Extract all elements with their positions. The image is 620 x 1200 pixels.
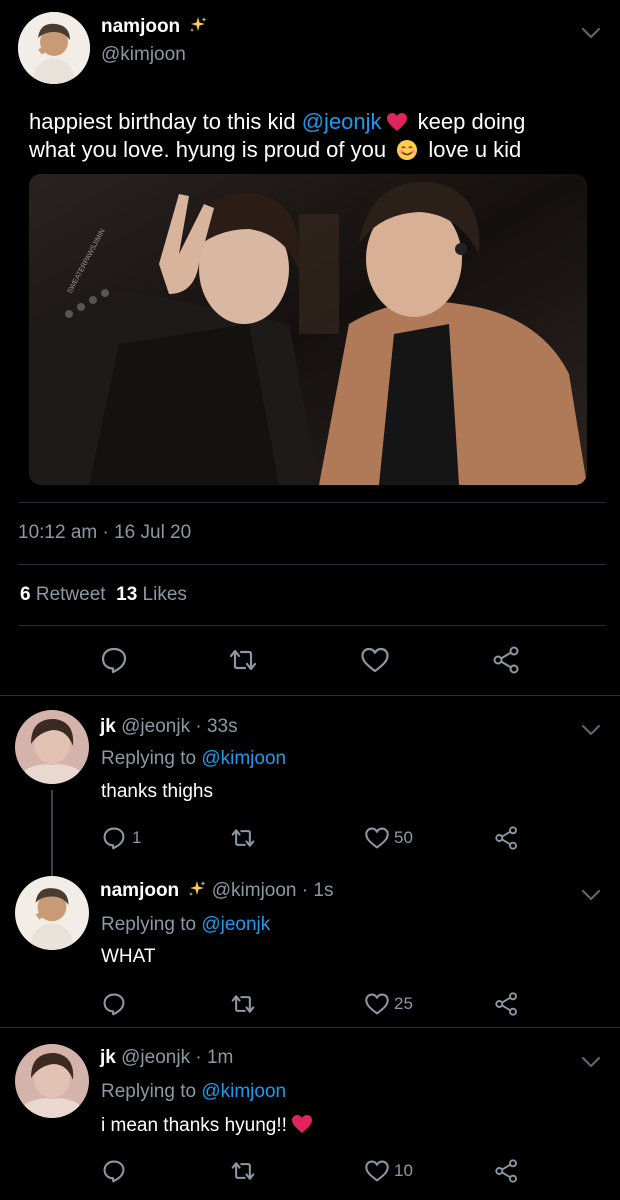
like-count: 50 — [394, 828, 413, 847]
display-name[interactable]: namjoon — [101, 16, 180, 37]
retweet-icon — [231, 1162, 255, 1180]
like-count: 10 — [394, 1161, 413, 1180]
tweet-timestamp[interactable]: 10:12 am · 16 Jul 20 — [18, 522, 191, 544]
likes-count[interactable]: 13 — [116, 584, 137, 605]
like-count: 25 — [394, 994, 413, 1013]
sparkles-icon — [189, 881, 206, 896]
replying-to: Replying to @kimjoon — [101, 748, 286, 770]
tweet-stats: 6 Retweet 13 Likes — [20, 584, 187, 606]
avatar-namjoon[interactable] — [18, 12, 90, 84]
reply-icon — [103, 1160, 125, 1183]
retweet-button[interactable] — [230, 826, 256, 850]
avatar-image — [15, 876, 89, 950]
photo-image: SWEATERPAWSJIMIN — [29, 174, 587, 485]
red-heart-emoji-icon — [291, 1115, 312, 1133]
heart-icon — [365, 1160, 389, 1182]
tweet-text-part: happiest birthday to this kid — [29, 109, 302, 134]
mention-link[interactable]: @jeonjk — [302, 109, 382, 134]
share-icon — [495, 992, 517, 1016]
sparkles-icon — [189, 17, 207, 32]
replying-to-link[interactable]: @kimjoon — [201, 1081, 286, 1102]
share-button[interactable] — [494, 826, 520, 850]
avatar-namjoon[interactable] — [15, 876, 89, 950]
retweet-count[interactable]: 6 — [20, 584, 31, 605]
retweet-button[interactable] — [230, 1159, 256, 1183]
reply-text: thanks thighs — [101, 781, 213, 802]
like-button[interactable]: 10 — [364, 1159, 413, 1183]
share-icon — [493, 646, 519, 674]
reply-button[interactable] — [102, 992, 132, 1016]
tweet-photo[interactable]: SWEATERPAWSJIMIN — [29, 174, 587, 485]
display-name[interactable]: jk — [100, 1047, 116, 1068]
retweet-icon — [231, 829, 255, 847]
replying-to: Replying to @kimjoon — [101, 1081, 286, 1103]
retweet-icon — [229, 649, 257, 671]
share-button[interactable] — [494, 992, 520, 1016]
avatar-image — [18, 12, 90, 84]
retweet-icon — [231, 995, 255, 1013]
reply-text: i mean thanks hyung!! — [101, 1115, 287, 1136]
reply-icon — [101, 647, 127, 674]
reply-button[interactable] — [102, 1159, 132, 1183]
reply-header: jk @jeonjk · 33s — [100, 716, 238, 738]
share-button[interactable] — [494, 1159, 520, 1183]
reply-button[interactable] — [100, 646, 128, 674]
replying-label: Replying to — [101, 1081, 197, 1102]
chevron-down-icon[interactable] — [578, 717, 604, 743]
like-button[interactable]: 50 — [364, 826, 413, 850]
handle-time[interactable]: @jeonjk · 1m — [121, 1047, 233, 1068]
chevron-down-icon[interactable] — [578, 882, 604, 908]
retweet-button[interactable] — [230, 992, 256, 1016]
tweet-text: happiest birthday to this kid @jeonjk ke… — [29, 108, 599, 164]
display-name[interactable]: namjoon — [100, 880, 179, 901]
reply-text: WHAT — [101, 946, 156, 967]
divider — [0, 695, 620, 696]
divider — [18, 564, 606, 565]
chevron-down-icon[interactable] — [578, 20, 604, 46]
avatar-image — [15, 710, 89, 784]
red-heart-emoji-icon — [386, 113, 407, 131]
retweet-button[interactable] — [228, 646, 258, 674]
likes-label[interactable]: Likes — [143, 584, 187, 605]
heart-icon — [365, 993, 389, 1015]
display-name[interactable]: jk — [100, 716, 116, 737]
reply-text-row: i mean thanks hyung!! — [101, 1114, 317, 1137]
retweet-label[interactable]: Retweet — [36, 584, 106, 605]
divider — [18, 625, 606, 626]
heart-icon — [365, 827, 389, 849]
smiling-face-emoji-icon — [397, 140, 418, 160]
avatar-jk[interactable] — [15, 710, 89, 784]
avatar-jk[interactable] — [15, 1044, 89, 1118]
reply-button[interactable]: 1 — [102, 826, 141, 850]
reply-icon — [103, 827, 125, 850]
reply-icon — [103, 993, 125, 1016]
heart-icon — [361, 647, 389, 673]
thread-line — [51, 790, 53, 876]
handle-time[interactable]: @kimjoon · 1s — [212, 880, 334, 901]
tweet-author: namjoon — [101, 16, 207, 38]
chevron-down-icon[interactable] — [578, 1049, 604, 1075]
avatar-image — [15, 1044, 89, 1118]
replying-label: Replying to — [101, 914, 197, 935]
reply-header: jk @jeonjk · 1m — [100, 1047, 233, 1069]
like-button[interactable]: 25 — [364, 992, 413, 1016]
like-button[interactable] — [360, 646, 390, 674]
share-icon — [495, 826, 517, 850]
tweet-text-part: love u kid — [422, 137, 522, 162]
reply-header: namjoon @kimjoon · 1s — [100, 880, 333, 902]
replying-to-link[interactable]: @jeonjk — [201, 914, 270, 935]
handle[interactable]: @kimjoon — [101, 44, 186, 66]
share-icon — [495, 1159, 517, 1183]
tweet-text-part: what you love. hyung is proud of you — [29, 137, 393, 162]
divider — [18, 502, 606, 503]
replying-to: Replying to @jeonjk — [101, 914, 270, 936]
reply-count: 1 — [132, 828, 142, 847]
replying-label: Replying to — [101, 748, 197, 769]
handle-time[interactable]: @jeonjk · 33s — [121, 716, 237, 737]
tweet-text-part: keep doing — [411, 109, 526, 134]
share-button[interactable] — [492, 646, 522, 674]
replying-to-link[interactable]: @kimjoon — [201, 748, 286, 769]
divider — [0, 1027, 620, 1028]
